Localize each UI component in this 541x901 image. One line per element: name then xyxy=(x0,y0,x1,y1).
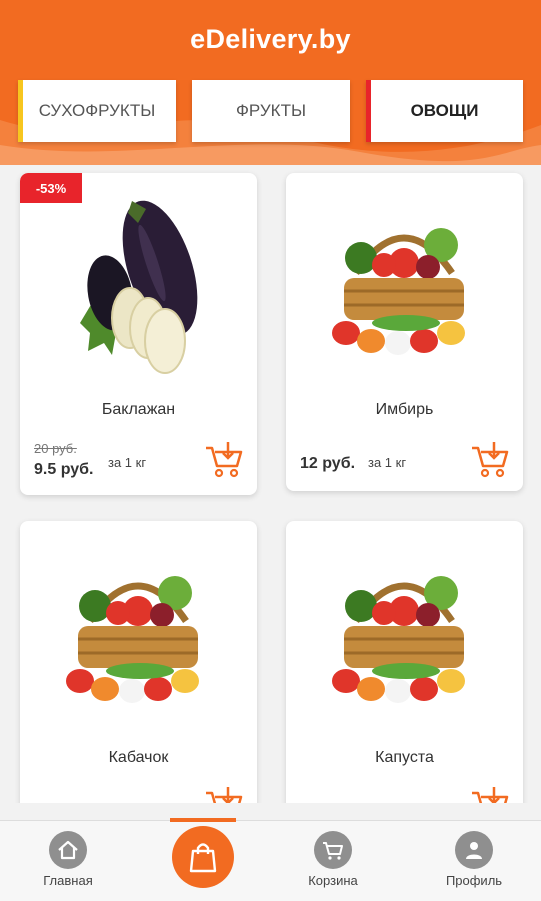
product-grid: -53% Баклажан 20 руб. 9.5 руб. за 1 кг И… xyxy=(0,165,541,803)
tab-accent-bar xyxy=(18,80,23,142)
product-card[interactable]: Кабачок xyxy=(20,521,257,803)
product-name: Капуста xyxy=(375,749,434,766)
product-name: Кабачок xyxy=(108,749,169,766)
nav-label: Главная xyxy=(43,873,93,888)
profile-icon xyxy=(455,831,493,869)
tab-label: ФРУКТЫ xyxy=(235,101,307,120)
shopping-bag-icon xyxy=(189,843,217,873)
vegetable-basket-image xyxy=(66,576,199,703)
unit-label: за 1 кг xyxy=(108,455,147,470)
eggplant-image xyxy=(80,200,198,374)
nav-item-cart[interactable]: Корзина xyxy=(283,831,383,888)
tab-vegetables[interactable]: ОВОЩИ xyxy=(366,80,523,142)
product-card[interactable]: Имбирь 12 руб. за 1 кг xyxy=(286,173,523,491)
bottom-navigation: Главная Корзина Профиль xyxy=(0,820,541,901)
nav-item-shop[interactable] xyxy=(172,826,234,888)
price: 12 руб. xyxy=(300,455,356,472)
tab-label: ОВОЩИ xyxy=(410,101,479,120)
add-to-cart-icon[interactable] xyxy=(203,783,245,803)
home-icon xyxy=(49,831,87,869)
vegetable-basket-image xyxy=(332,228,465,355)
active-nav-indicator xyxy=(170,818,236,822)
add-to-cart-icon[interactable] xyxy=(469,438,511,480)
old-price: 20 руб. xyxy=(34,441,77,456)
product-name: Баклажан xyxy=(101,401,176,418)
tab-dried-fruits[interactable]: СУХОФРУКТЫ xyxy=(18,80,176,142)
tab-accent-bar xyxy=(366,80,371,142)
price: 9.5 руб. xyxy=(34,461,94,478)
product-card[interactable]: Капуста xyxy=(286,521,523,803)
product-name: Имбирь xyxy=(375,401,434,418)
product-card[interactable]: -53% Баклажан 20 руб. 9.5 руб. за 1 кг xyxy=(20,173,257,495)
unit-label: за 1 кг xyxy=(368,455,407,470)
app-title: eDelivery.by xyxy=(190,24,351,54)
add-to-cart-icon[interactable] xyxy=(203,438,245,480)
vegetable-basket-image xyxy=(332,576,465,703)
app-header: eDelivery.by СУХОФРУКТЫ ФРУКТЫ ОВОЩИ xyxy=(0,0,541,165)
cart-icon xyxy=(314,831,352,869)
add-to-cart-icon[interactable] xyxy=(469,783,511,803)
nav-label: Корзина xyxy=(308,873,358,888)
tab-fruits[interactable]: ФРУКТЫ xyxy=(192,80,350,142)
nav-item-home[interactable]: Главная xyxy=(18,831,118,888)
nav-label: Профиль xyxy=(445,873,503,888)
nav-item-profile[interactable]: Профиль xyxy=(424,831,524,888)
tab-label: СУХОФРУКТЫ xyxy=(38,101,156,120)
